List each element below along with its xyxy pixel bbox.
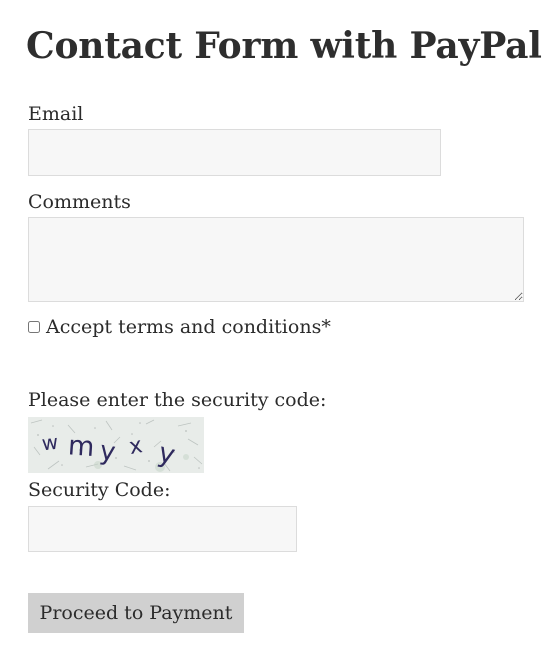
proceed-to-payment-button[interactable]: Proceed to Payment [28,593,244,633]
captcha-noise-graphic: w m y x y [28,417,204,473]
terms-row: Accept terms and conditions* [28,315,331,339]
security-code-label: Security Code: [28,479,171,501]
terms-checkbox[interactable] [28,321,40,333]
security-code-field[interactable] [28,506,297,552]
email-field[interactable] [28,129,441,176]
comments-field[interactable] [28,217,524,302]
page-title: Contact Form with PayPal [26,25,542,67]
contact-form-page: Contact Form with PayPal Email Comments … [0,0,556,654]
captcha-image: w m y x y [28,417,204,473]
captcha-char-2: m [67,430,95,463]
captcha-char-1: w [41,430,60,456]
email-label: Email [28,103,84,125]
security-prompt: Please enter the security code: [28,389,327,411]
comments-label: Comments [28,191,131,213]
terms-label: Accept terms and conditions* [46,316,331,338]
